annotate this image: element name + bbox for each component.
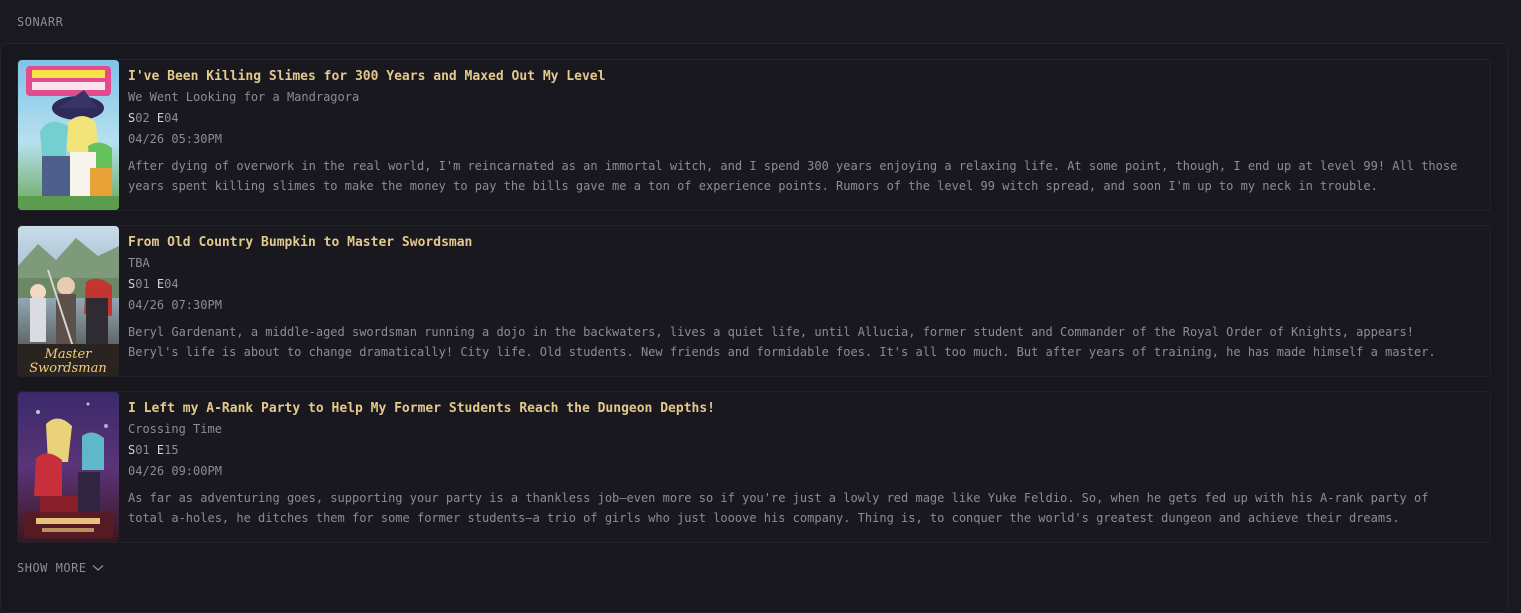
episode-title: Crossing Time <box>128 422 222 436</box>
episode-value: 04 <box>164 111 179 125</box>
episode-value: 15 <box>164 443 179 457</box>
episode-number: S01 E04 <box>128 275 1470 294</box>
show-more-button[interactable]: SHOW MORE <box>17 561 104 575</box>
widget-title: SONARR <box>17 15 64 29</box>
air-date: 04/26 05:30PM <box>128 132 222 146</box>
calendar-card[interactable]: I Left my A-Rank Party to Help My Former… <box>17 391 1491 543</box>
series-title[interactable]: I Left my A-Rank Party to Help My Former… <box>128 399 1470 418</box>
episode-number: S01 E15 <box>128 441 1470 460</box>
episode-value: 04 <box>164 277 179 291</box>
calendar-card[interactable]: I've Been Killing Slimes for 300 Years a… <box>17 59 1491 211</box>
show-more-label: SHOW MORE <box>17 561 87 575</box>
anime-poster-dungeon-icon <box>18 392 119 542</box>
episode-overview: After dying of overwork in the real worl… <box>128 159 1458 193</box>
svg-text:Swordsman: Swordsman <box>29 361 107 376</box>
series-title[interactable]: From Old Country Bumpkin to Master Sword… <box>128 233 1470 252</box>
episode-number: S02 E04 <box>128 109 1470 128</box>
svg-text:Master: Master <box>44 347 93 362</box>
chevron-down-icon <box>92 565 103 571</box>
anime-poster-slimes-icon <box>18 60 119 210</box>
episode-title: TBA <box>128 256 150 270</box>
season-number: 01 <box>135 443 150 457</box>
air-date: 04/26 07:30PM <box>128 298 222 312</box>
season-number: 01 <box>135 277 150 291</box>
season-number: 02 <box>135 111 150 125</box>
calendar-card[interactable]: Master Swordsman From Old Country Bumpki… <box>17 225 1491 377</box>
episode-overview: Beryl Gardenant, a middle-aged swordsman… <box>128 325 1436 359</box>
series-title[interactable]: I've Been Killing Slimes for 300 Years a… <box>128 67 1470 86</box>
anime-poster-swordsman-icon: Master Swordsman <box>18 226 119 376</box>
episode-title: We Went Looking for a Mandragora <box>128 90 360 104</box>
air-date: 04/26 09:00PM <box>128 464 222 478</box>
episode-overview: As far as adventuring goes, supporting y… <box>128 491 1429 525</box>
